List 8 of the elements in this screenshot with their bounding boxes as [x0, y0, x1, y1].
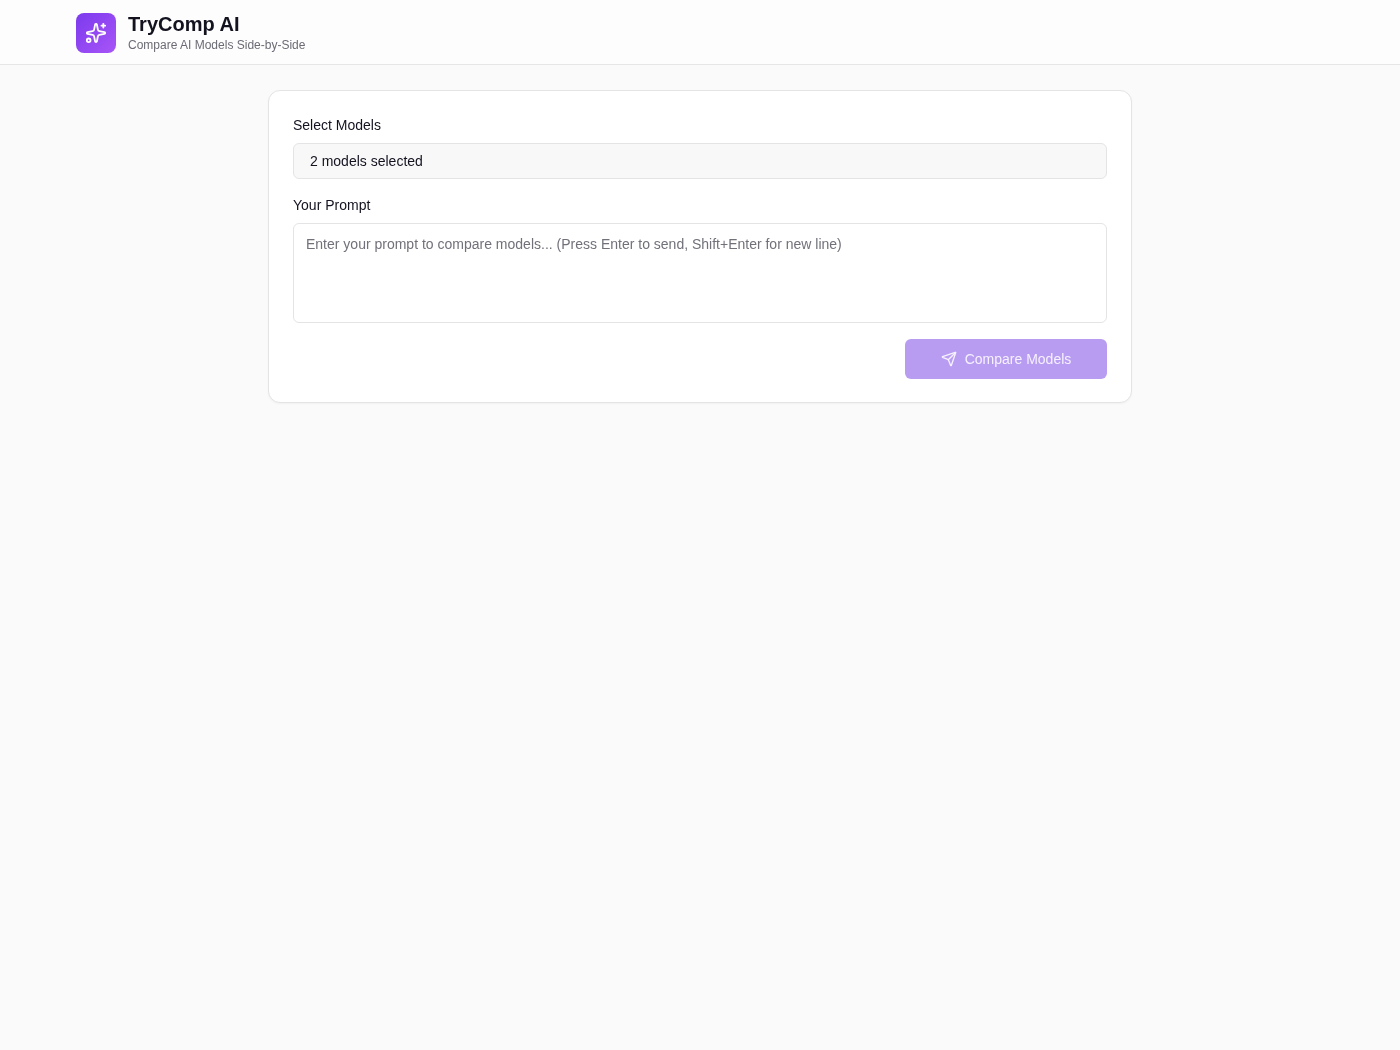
field-label: Your Prompt	[293, 196, 371, 215]
app-title: TryComp AI	[128, 12, 241, 36]
prompt-input[interactable]: Enter your prompt to compare models... (Press Enter to send, Shift+Enter for new line)	[293, 223, 1107, 323]
sparkles-logo-icon	[76, 13, 116, 53]
app-subtitle: Compare AI Models Side-by-Side	[128, 37, 306, 54]
model-select[interactable]: 2 models selected	[293, 143, 1107, 179]
send-icon	[940, 351, 957, 367]
field-label: Select Models	[293, 116, 381, 135]
